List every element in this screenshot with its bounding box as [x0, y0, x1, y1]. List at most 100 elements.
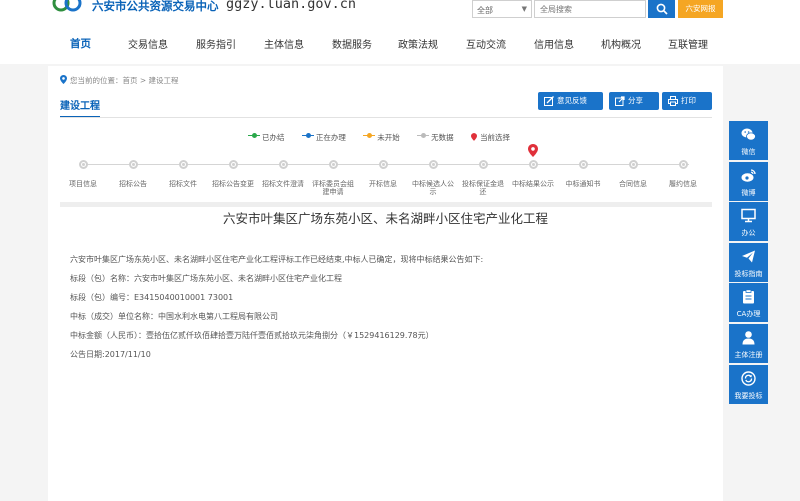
sidebar-label: 投标指南 [734, 269, 763, 278]
step-committee-application[interactable]: 评标委员会组建申请 [310, 158, 356, 196]
step-award-notice[interactable]: 中标通知书 [560, 158, 606, 188]
step-dot [628, 160, 638, 169]
sidebar-item-office[interactable]: 办公 [729, 202, 768, 242]
step-tender-notice[interactable]: 招标公告 [110, 158, 156, 188]
edit-icon [544, 96, 554, 106]
chevron-down-icon: ▼ [521, 5, 527, 13]
share-button[interactable]: 分享 [609, 92, 659, 110]
step-deposit-refund[interactable]: 投标保证金退还 [460, 158, 506, 196]
paper-plane-icon [742, 250, 755, 263]
search-input[interactable] [534, 0, 646, 18]
step-tender-documents[interactable]: 招标文件 [160, 158, 206, 188]
site-logo-icon[interactable] [52, 0, 82, 14]
location-pin-icon [471, 133, 478, 141]
status-dot-icon [417, 133, 430, 139]
status-dot-icon [363, 133, 376, 139]
search-scope-select[interactable]: 全部 ▼ [472, 0, 532, 18]
page-title: 建设工程 [60, 97, 100, 118]
current-location-pin-icon [528, 144, 538, 157]
share-icon [615, 96, 625, 106]
step-notice-change[interactable]: 招标公告变更 [210, 158, 256, 188]
nav-item-institution[interactable]: 机构概况 [601, 36, 641, 51]
nav-item-trading-info[interactable]: 交易信息 [128, 36, 168, 51]
step-dot [428, 160, 438, 169]
sidebar-label: 我要投标 [734, 391, 763, 400]
online-bid-login-button[interactable]: 六安网报 [678, 0, 723, 18]
breadcrumb: 您当前的位置：首页 > 建设工程 [60, 75, 179, 86]
step-dot [178, 160, 188, 169]
step-contract-info[interactable]: 合同信息 [610, 158, 656, 188]
step-dot [578, 160, 588, 169]
legend-no-data: 无数据 [417, 133, 454, 142]
refresh-icon [741, 370, 756, 386]
legend-not-started: 未开始 [363, 133, 400, 142]
wechat-icon [741, 128, 756, 141]
print-button[interactable]: 打印 [662, 92, 712, 110]
sidebar-label: 主体注册 [734, 350, 763, 359]
sidebar-item-bid-guide[interactable]: 投标指南 [729, 242, 768, 282]
step-dot [328, 160, 338, 169]
nav-item-interaction[interactable]: 互动交流 [466, 36, 506, 51]
content-card: 您当前的位置：首页 > 建设工程 建设工程 意见反馈 分享 打印 已办结 正在办… [48, 66, 723, 501]
title-divider [60, 117, 712, 118]
site-domain: ggzy.luan.gov.cn [226, 0, 357, 12]
status-dot-icon [248, 133, 260, 139]
feedback-button[interactable]: 意见反馈 [538, 92, 603, 110]
site-name[interactable]: 六安市公共资源交易中心 [92, 0, 219, 14]
nav-item-data-service[interactable]: 数据服务 [332, 36, 372, 51]
status-dot-icon [301, 133, 314, 139]
print-label: 打印 [681, 96, 696, 105]
top-bar: 六安市公共资源交易中心 ggzy.luan.gov.cn 全部 ▼ 六安网报 [0, 0, 800, 22]
notice-winning-bidder: 中标（成交）单位名称：中国水利水电第八工程局有限公司 [70, 312, 278, 321]
sidebar-label: 微信 [741, 148, 756, 156]
sidebar-item-bid[interactable]: 我要投标 [729, 364, 768, 404]
sidebar-item-weibo[interactable]: 微博 [729, 161, 768, 201]
search-icon [656, 3, 668, 15]
step-candidate-publicity[interactable]: 中标候选人公示 [410, 158, 456, 196]
step-dot [378, 160, 388, 169]
step-dot [78, 160, 88, 169]
sidebar-label: 微博 [741, 188, 756, 197]
printer-icon [668, 96, 678, 106]
step-dot [128, 160, 138, 169]
search-scope-value: 全部 [477, 6, 493, 15]
step-performance-info[interactable]: 履约信息 [660, 158, 706, 188]
nav-item-credit-info[interactable]: 信用信息 [534, 36, 574, 51]
status-legend: 已办结 正在办理 未开始 无数据 当前选择 [248, 132, 525, 143]
clipboard-icon [743, 289, 754, 304]
step-result-publicity[interactable]: 中标结果公示 [510, 144, 556, 188]
legend-in-progress: 正在办理 [301, 133, 346, 142]
notice-paragraph: 六安市叶集区广场东苑小区、未名湖畔小区住宅产业化工程评标工作已经结束,中标人已确… [70, 255, 484, 264]
user-icon [742, 331, 755, 345]
notice-section-number: 标段（包）编号：E3415040010001 73001 [70, 293, 234, 302]
legend-current: 当前选择 [471, 133, 510, 142]
feedback-label: 意见反馈 [557, 96, 587, 105]
nav-item-home[interactable]: 首页 [70, 36, 91, 51]
search-button[interactable] [648, 0, 675, 18]
step-dot [678, 160, 688, 169]
sidebar-label: CA办理 [736, 310, 761, 319]
step-dot [228, 160, 238, 169]
sidebar-item-wechat[interactable]: 微信 [729, 121, 768, 160]
step-bid-opening[interactable]: 开标信息 [360, 158, 406, 188]
nav-item-policy[interactable]: 政策法规 [398, 36, 438, 51]
notice-section-name: 标段（包）名称：六安市叶集区广场东苑小区、未名湖畔小区住宅产业化工程 [70, 274, 342, 283]
sidebar-item-ca[interactable]: CA办理 [729, 283, 768, 323]
nav-item-service-guide[interactable]: 服务指引 [196, 36, 236, 51]
location-pin-icon [60, 75, 67, 84]
nav-item-interconnect[interactable]: 互联管理 [668, 36, 708, 51]
weibo-icon [741, 168, 756, 182]
steps-divider [60, 202, 712, 207]
breadcrumb-text[interactable]: 您当前的位置：首页 > 建设工程 [70, 76, 179, 85]
main-nav: 首页 交易信息 服务指引 主体信息 数据服务 政策法规 互动交流 信用信息 机构… [0, 22, 800, 64]
step-project-info[interactable]: 项目信息 [60, 158, 106, 188]
notice-title: 六安市叶集区广场东苑小区、未名湖畔小区住宅产业化工程 [222, 211, 548, 226]
legend-done: 已办结 [248, 133, 285, 142]
nav-item-subject-info[interactable]: 主体信息 [264, 36, 304, 51]
share-label: 分享 [628, 96, 643, 105]
notice-body: 六安市叶集区广场东苑小区、未名湖畔小区住宅产业化工程评标工作已经结束,中标人已确… [70, 250, 700, 364]
step-dot [478, 160, 488, 169]
step-dot [528, 160, 538, 169]
step-document-clarification[interactable]: 招标文件澄清 [260, 158, 306, 188]
sidebar-item-register[interactable]: 主体注册 [729, 323, 768, 363]
